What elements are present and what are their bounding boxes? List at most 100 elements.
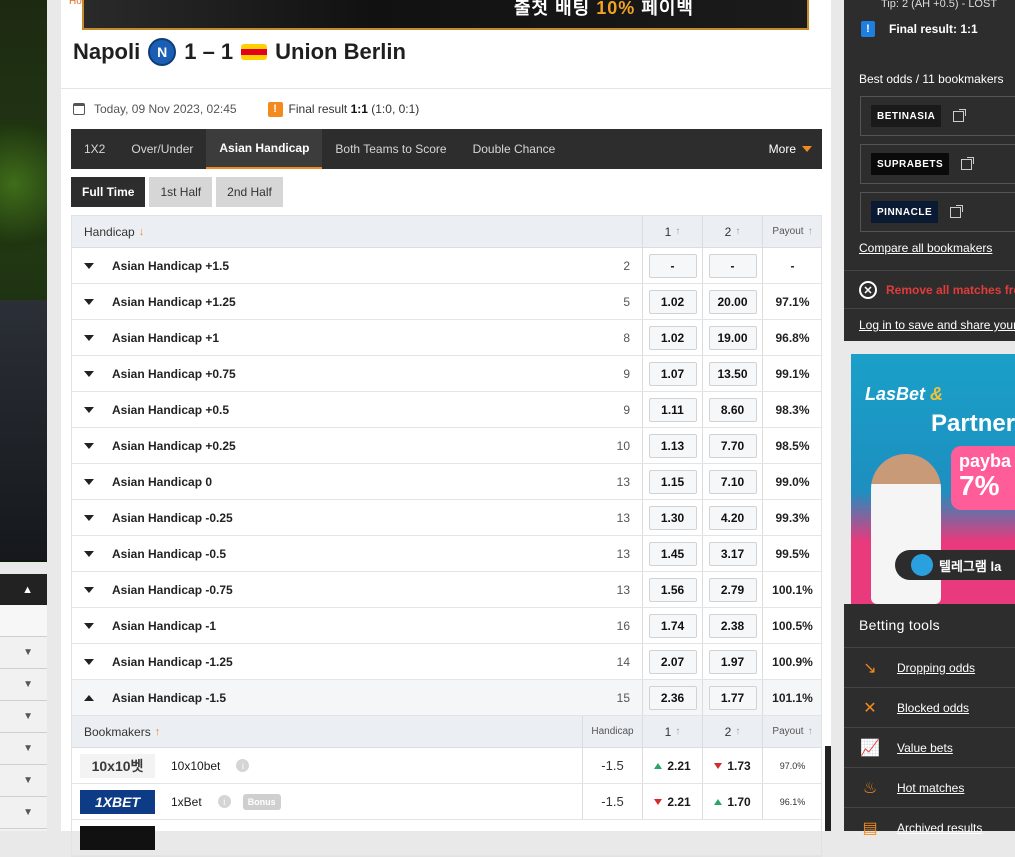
- tool-archived-results[interactable]: ▤ Archived results: [844, 807, 1015, 847]
- odd-1-button[interactable]: 1.07: [648, 361, 697, 386]
- bookmaker-column-1-header[interactable]: 1 ↑: [642, 716, 702, 747]
- bookmaker-column-2-header[interactable]: 2 ↑: [702, 716, 762, 747]
- tool-blocked-odds[interactable]: ✕ Blocked odds: [844, 687, 1015, 727]
- table-row[interactable]: Asian Handicap -0.75 13 1.56 2.79 100.1%: [72, 572, 821, 608]
- odd-1-button[interactable]: 2.07: [648, 649, 697, 674]
- column-1-header[interactable]: 1 ↑: [642, 216, 702, 247]
- odd-2-button[interactable]: 8.60: [708, 397, 757, 422]
- table-row[interactable]: Asian Handicap -1 16 1.74 2.38 100.5%: [72, 608, 821, 644]
- bookmaker-odd-2[interactable]: 1.70: [702, 784, 762, 819]
- odd-1-button[interactable]: 1.13: [648, 433, 697, 458]
- bookmaker-betinasia-button[interactable]: BETINASIA: [860, 96, 1015, 136]
- expand-icon[interactable]: [84, 406, 94, 413]
- collapse-toggle[interactable]: ▲: [0, 574, 47, 605]
- table-row[interactable]: Asian Handicap -1.5 15 2.36 1.77 101.1%: [72, 680, 821, 716]
- payout-column-header[interactable]: Payout ↑: [762, 216, 822, 247]
- bookmaker-pinnacle-button[interactable]: PINNACLE: [860, 192, 1015, 232]
- info-icon[interactable]: i: [217, 795, 231, 808]
- odd-2-button[interactable]: 4.20: [708, 505, 757, 530]
- bookmaker-odd-2[interactable]: 1.73: [702, 748, 762, 783]
- table-row[interactable]: Asian Handicap -1.25 14 2.07 1.97 100.9%: [72, 644, 821, 680]
- handicap-column-header[interactable]: Handicap ↓: [72, 225, 642, 239]
- table-row[interactable]: Asian Handicap +1.25 5 1.02 20.00 97.1%: [72, 284, 821, 320]
- bookmaker-payout-column-header[interactable]: Payout ↑: [762, 716, 822, 747]
- odd-2-button[interactable]: 13.50: [708, 361, 757, 386]
- expand-icon[interactable]: [84, 478, 94, 485]
- expand-icon[interactable]: [84, 586, 94, 593]
- left-advertisement[interactable]: [0, 0, 47, 562]
- odd-1-button[interactable]: 1.02: [648, 289, 697, 314]
- odd-1-button[interactable]: 1.11: [648, 397, 697, 422]
- login-link[interactable]: Log in to save and share your: [859, 318, 1015, 332]
- expand-icon[interactable]: [84, 298, 94, 305]
- expand-icon[interactable]: [84, 442, 94, 449]
- scrollbar[interactable]: [825, 746, 831, 831]
- collapse-icon[interactable]: [84, 694, 94, 701]
- expand-icon[interactable]: [84, 514, 94, 521]
- odd-2-button[interactable]: 1.97: [708, 649, 757, 674]
- bookmaker-name[interactable]: 1xBet: [171, 795, 202, 809]
- tab-full-time[interactable]: Full Time: [71, 177, 146, 207]
- info-icon[interactable]: i: [236, 759, 250, 772]
- sidebar-advertisement[interactable]: LasBet & Partner payba 7% 텔레그램 la: [851, 354, 1015, 604]
- table-row[interactable]: Asian Handicap 0 13 1.15 7.10 99.0%: [72, 464, 821, 500]
- odd-2-button[interactable]: 2.38: [708, 613, 757, 638]
- remove-all-matches-button[interactable]: ✕Remove all matches from: [859, 281, 1015, 299]
- breadcrumb[interactable]: Ho: [69, 0, 82, 7]
- odd-1-button[interactable]: 1.02: [648, 325, 697, 350]
- table-row[interactable]: Asian Handicap -0.5 13 1.45 3.17 99.5%: [72, 536, 821, 572]
- bookmaker-logo[interactable]: 10x10벳: [80, 753, 155, 778]
- left-panel-row[interactable]: ▼: [0, 669, 47, 701]
- tab-both-teams-to-score[interactable]: Both Teams to Score: [322, 129, 459, 169]
- odd-2-button[interactable]: 19.00: [708, 325, 757, 350]
- compare-bookmakers-link[interactable]: Compare all bookmakers: [859, 241, 992, 255]
- table-row[interactable]: Asian Handicap +0.75 9 1.07 13.50 99.1%: [72, 356, 821, 392]
- tool-dropping-odds[interactable]: ↘ Dropping odds: [844, 647, 1015, 687]
- table-row[interactable]: Asian Handicap +1 8 1.02 19.00 96.8%: [72, 320, 821, 356]
- left-panel-row[interactable]: ▼: [0, 765, 47, 797]
- odd-1-button[interactable]: 1.56: [648, 577, 697, 602]
- more-markets-dropdown[interactable]: More: [769, 142, 822, 156]
- expand-icon[interactable]: [84, 658, 94, 665]
- tab-asian-handicap[interactable]: Asian Handicap: [206, 129, 323, 169]
- bookmaker-name[interactable]: 10x10bet: [171, 759, 220, 773]
- bookmaker-logo[interactable]: 1XBET: [80, 789, 155, 814]
- tab-2nd-half[interactable]: 2nd Half: [216, 177, 283, 207]
- bookmakers-column-header[interactable]: Bookmakers ↑: [72, 725, 582, 739]
- odd-2-button[interactable]: -: [708, 253, 757, 278]
- odd-1-button[interactable]: 1.30: [648, 505, 697, 530]
- odd-2-button[interactable]: 7.10: [708, 469, 757, 494]
- expand-icon[interactable]: [84, 370, 94, 377]
- odd-1-button[interactable]: -: [648, 253, 697, 278]
- left-panel-row[interactable]: ▼: [0, 701, 47, 733]
- tab-1x2[interactable]: 1X2: [71, 129, 118, 169]
- expand-icon[interactable]: [84, 262, 94, 269]
- odd-2-button[interactable]: 20.00: [708, 289, 757, 314]
- tool-hot-matches[interactable]: ♨ Hot matches: [844, 767, 1015, 807]
- tab-double-chance[interactable]: Double Chance: [460, 129, 569, 169]
- odd-2-button[interactable]: 1.77: [708, 685, 757, 710]
- odd-2-button[interactable]: 7.70: [708, 433, 757, 458]
- odd-2-button[interactable]: 3.17: [708, 541, 757, 566]
- odd-2-button[interactable]: 2.79: [708, 577, 757, 602]
- bookmaker-odd-1[interactable]: 2.21: [642, 784, 702, 819]
- odd-1-button[interactable]: 1.74: [648, 613, 697, 638]
- bookmaker-logo[interactable]: [80, 825, 155, 850]
- odd-1-button[interactable]: 1.15: [648, 469, 697, 494]
- bookmaker-odd-1[interactable]: 2.21: [642, 748, 702, 783]
- bookmaker-suprabets-button[interactable]: SUPRABETS: [860, 144, 1015, 184]
- tab-over-under[interactable]: Over/Under: [118, 129, 206, 169]
- table-row[interactable]: Asian Handicap -0.25 13 1.30 4.20 99.3%: [72, 500, 821, 536]
- left-panel-row[interactable]: ▼: [0, 637, 47, 669]
- table-row[interactable]: Asian Handicap +1.5 2- - -: [72, 248, 821, 284]
- left-panel-row[interactable]: ▼: [0, 797, 47, 829]
- column-2-header[interactable]: 2 ↑: [702, 216, 762, 247]
- odd-1-button[interactable]: 2.36: [648, 685, 697, 710]
- expand-icon[interactable]: [84, 550, 94, 557]
- expand-icon[interactable]: [84, 334, 94, 341]
- tab-1st-half[interactable]: 1st Half: [149, 177, 213, 207]
- top-banner-ad[interactable]: 출첫 배팅 10% 페이백: [82, 0, 809, 30]
- bonus-badge[interactable]: Bonus: [242, 793, 281, 810]
- odd-1-button[interactable]: 1.45: [648, 541, 697, 566]
- expand-icon[interactable]: [84, 622, 94, 629]
